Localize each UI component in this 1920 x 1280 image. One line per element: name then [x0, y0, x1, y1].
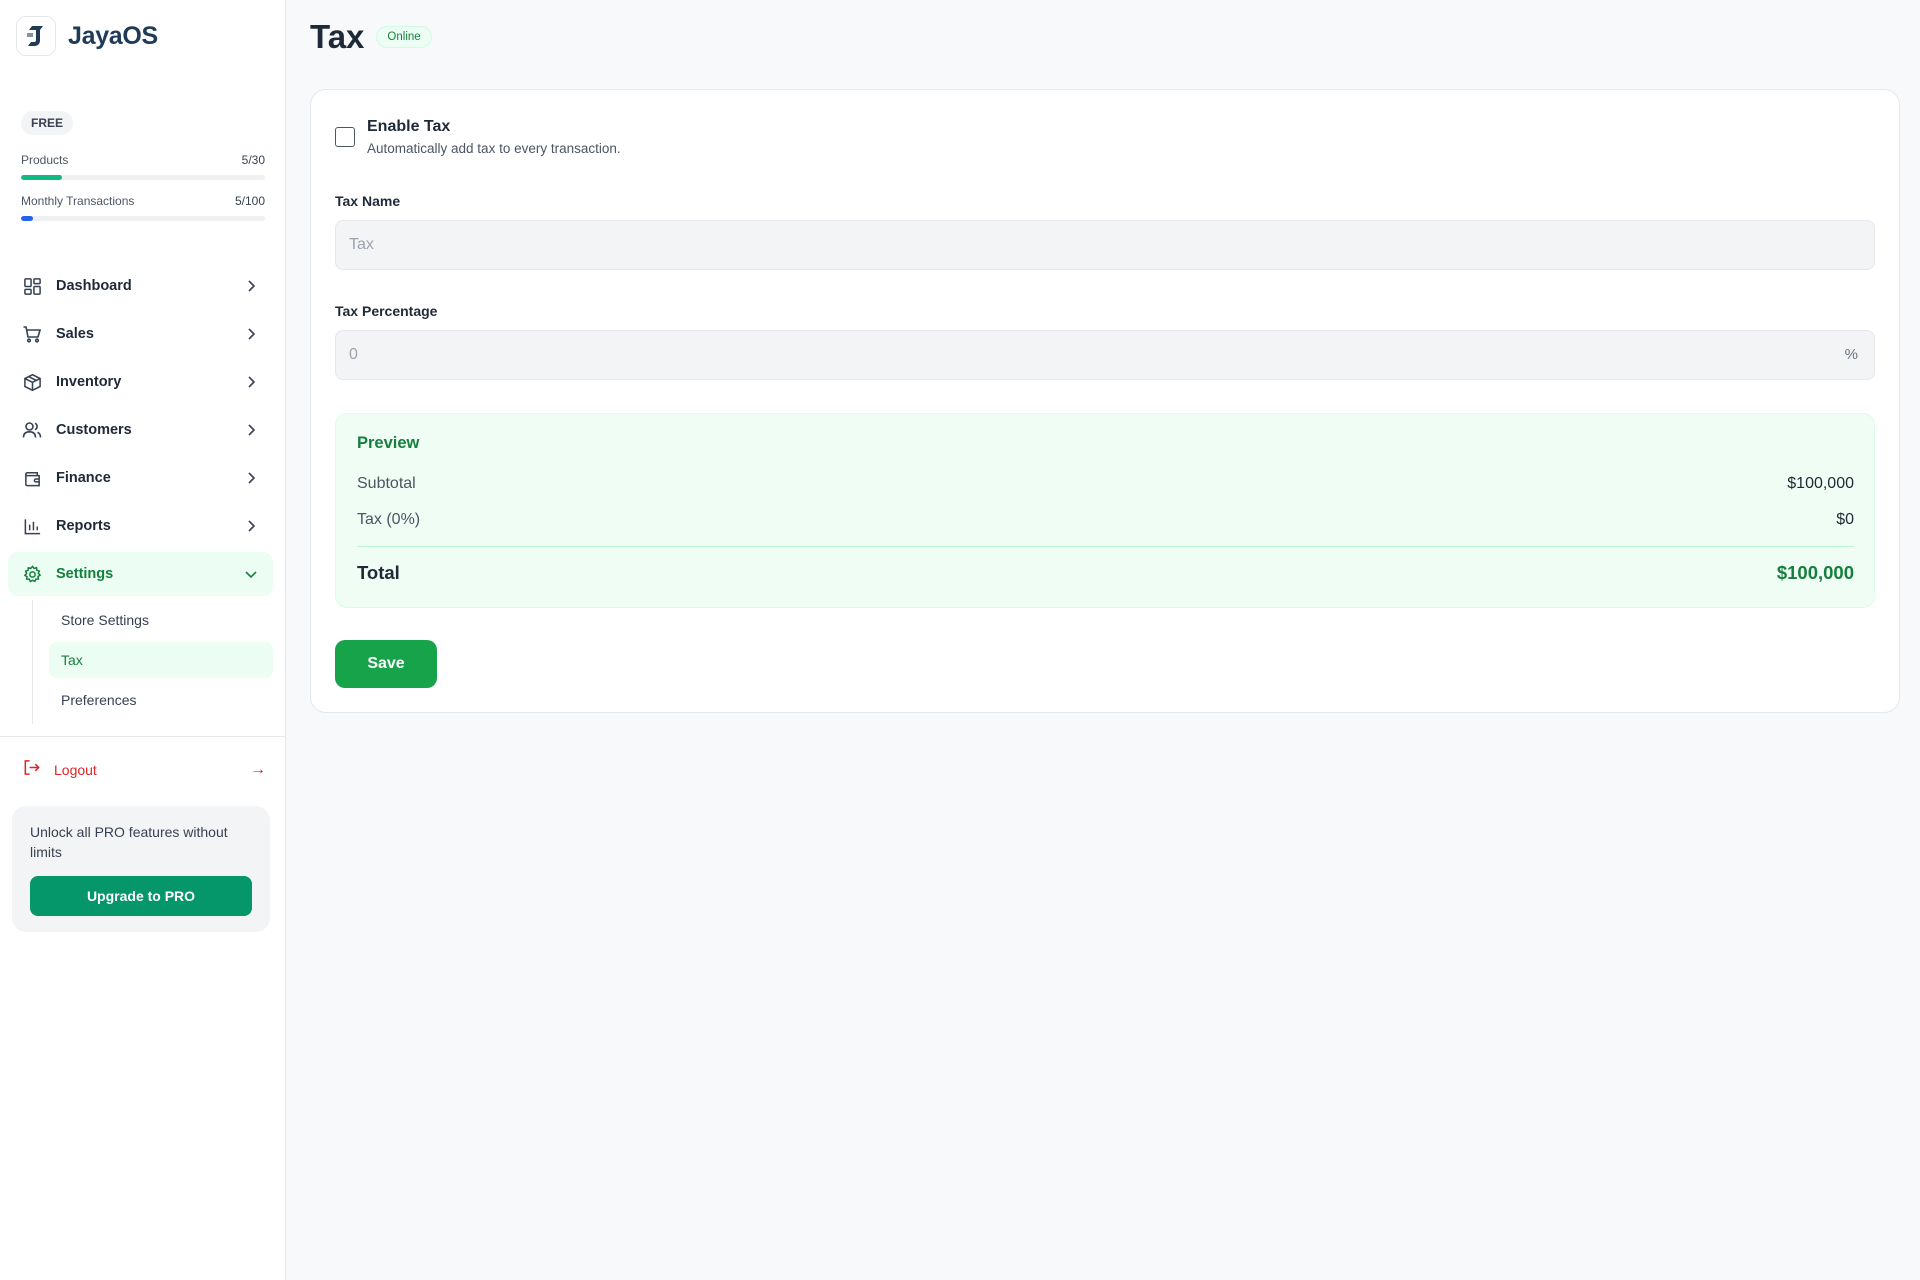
- nav-item-customers[interactable]: Customers: [8, 408, 273, 452]
- usage-progress-bar: [21, 216, 265, 221]
- upgrade-promo: Unlock all PRO features without limits U…: [12, 806, 270, 932]
- subnav-item-store-settings[interactable]: Store Settings: [49, 602, 273, 638]
- tax-percentage-label: Tax Percentage: [335, 303, 438, 319]
- status-badge: Online: [376, 26, 432, 48]
- tax-name-input[interactable]: [336, 221, 1874, 269]
- cart-icon: [22, 324, 42, 344]
- gear-icon: [22, 564, 42, 584]
- sidebar-divider: [0, 736, 285, 737]
- logout-label: Logout: [54, 762, 97, 778]
- nav-item-dashboard[interactable]: Dashboard: [8, 264, 273, 308]
- logout-button[interactable]: Logout →: [22, 758, 266, 782]
- users-icon: [22, 420, 42, 440]
- save-button[interactable]: Save: [335, 640, 437, 688]
- usage-count: 5/100: [234, 194, 265, 208]
- page-title: Tax: [310, 18, 365, 55]
- usage-progress-bar: [21, 175, 265, 180]
- box-icon: [22, 372, 42, 392]
- total-value: $100,000: [1776, 562, 1854, 583]
- tax-preview: Preview Subtotal $100,000 Tax (0%) $0 To…: [335, 413, 1875, 608]
- subnav-item-tax[interactable]: Tax: [49, 642, 273, 678]
- chevron-right-icon: [243, 518, 259, 534]
- subtotal-label: Subtotal: [357, 475, 416, 492]
- usage-label: Monthly Transactions: [21, 194, 135, 208]
- usage-products: Products 5/30: [21, 153, 265, 180]
- jayaos-logo-icon: [16, 16, 56, 56]
- nav-label: Settings: [56, 566, 114, 582]
- nav-item-finance[interactable]: Finance: [8, 456, 273, 500]
- preview-subtotal-row: Subtotal $100,000: [357, 475, 1854, 493]
- nav-item-reports[interactable]: Reports: [8, 504, 273, 548]
- enable-tax-title: Enable Tax: [367, 118, 451, 135]
- tax-settings-card: Enable Tax Automatically add tax to ever…: [310, 89, 1900, 713]
- preview-tax-row: Tax (0%) $0: [357, 511, 1854, 529]
- enable-tax-checkbox[interactable]: [335, 127, 355, 147]
- wallet-icon: [22, 468, 42, 488]
- dashboard-icon: [22, 276, 42, 296]
- total-label: Total: [357, 562, 400, 583]
- sidebar: JayaOS FREE Products 5/30 Monthly Transa…: [0, 0, 286, 1280]
- percent-suffix: %: [1844, 346, 1858, 363]
- chevron-right-icon: [243, 470, 259, 486]
- nav-label: Dashboard: [56, 278, 132, 294]
- main-nav: Dashboard Sales Inventory Customers Fina…: [8, 264, 273, 724]
- nav-label: Reports: [56, 518, 111, 534]
- nav-item-settings[interactable]: Settings: [8, 552, 273, 596]
- chevron-right-icon: [243, 326, 259, 342]
- chevron-right-icon: [243, 374, 259, 390]
- settings-subnav: Store Settings Tax Preferences: [32, 600, 273, 724]
- nav-item-inventory[interactable]: Inventory: [8, 360, 273, 404]
- brand[interactable]: JayaOS: [16, 16, 158, 56]
- subnav-item-preferences[interactable]: Preferences: [49, 682, 273, 718]
- usage-label: Products: [21, 153, 69, 167]
- nav-label: Inventory: [56, 374, 122, 390]
- subtotal-value: $100,000: [1787, 475, 1854, 492]
- preview-divider: [357, 546, 1854, 547]
- arrow-right-icon: →: [250, 761, 266, 778]
- enable-tax-row: Enable Tax Automatically add tax to ever…: [335, 118, 621, 156]
- enable-tax-description: Automatically add tax to every transacti…: [367, 141, 621, 156]
- upgrade-button[interactable]: Upgrade to PRO: [30, 876, 252, 916]
- logout-icon: [22, 758, 41, 782]
- nav-label: Customers: [56, 422, 132, 438]
- preview-total-row: Total $100,000: [357, 562, 1854, 584]
- tax-name-label: Tax Name: [335, 193, 401, 209]
- chevron-right-icon: [243, 278, 259, 294]
- nav-item-sales[interactable]: Sales: [8, 312, 273, 356]
- brand-name: JayaOS: [68, 21, 158, 50]
- chevron-right-icon: [243, 422, 259, 438]
- usage-progress-fill: [21, 216, 34, 221]
- usage-count: 5/30: [241, 153, 265, 167]
- tax-name-field: [335, 220, 1875, 270]
- bar-chart-icon: [22, 516, 42, 536]
- nav-label: Finance: [56, 470, 111, 486]
- tax-label: Tax (0%): [357, 511, 421, 528]
- usage-progress-fill: [21, 175, 62, 180]
- preview-title: Preview: [357, 434, 420, 452]
- tax-value: $0: [1836, 511, 1854, 528]
- plan-badge: FREE: [21, 111, 74, 135]
- chevron-down-icon: [243, 566, 259, 582]
- nav-label: Sales: [56, 326, 94, 342]
- promo-text: Unlock all PRO features without limits: [30, 824, 228, 860]
- page-header: Tax Online: [310, 18, 432, 56]
- usage-transactions: Monthly Transactions 5/100: [21, 194, 265, 221]
- tax-percentage-input[interactable]: [336, 331, 1874, 379]
- tax-percentage-field: %: [335, 330, 1875, 380]
